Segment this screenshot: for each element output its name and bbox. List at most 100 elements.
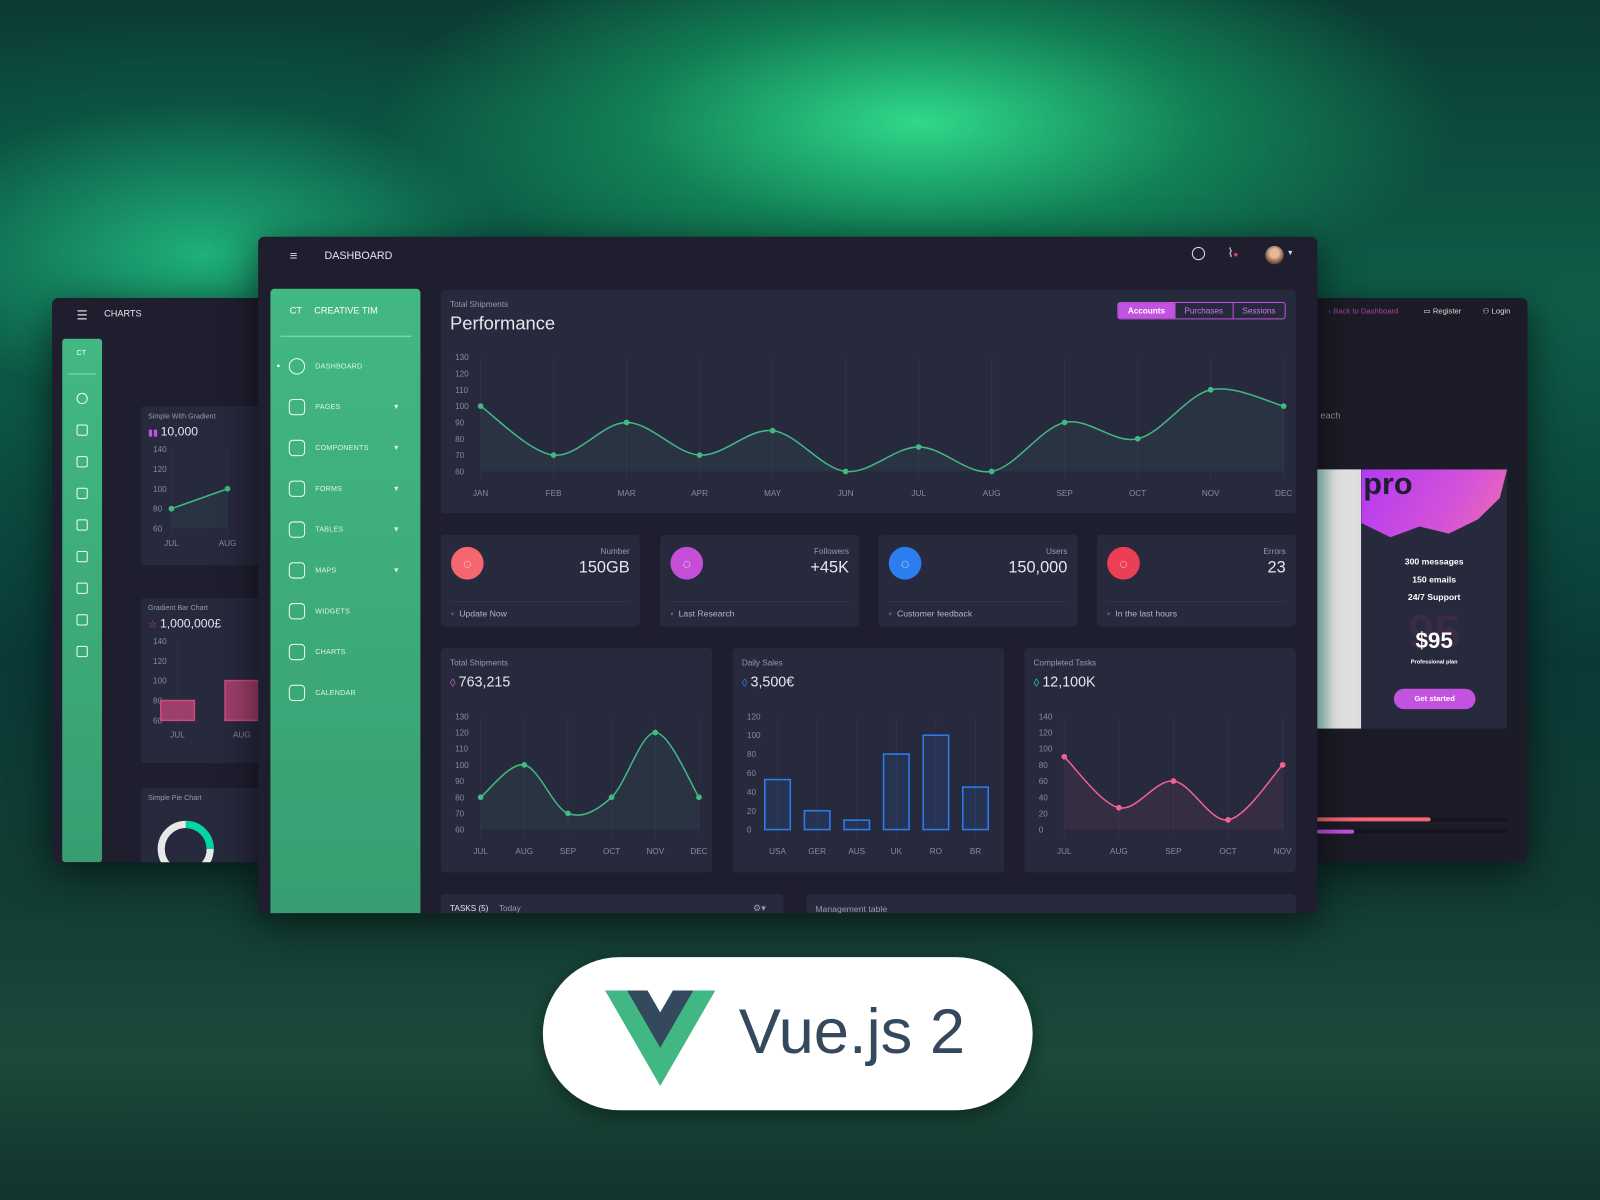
send-icon: ◊ [1033, 677, 1043, 690]
data-point[interactable] [1207, 386, 1214, 393]
atom-icon[interactable] [76, 456, 88, 468]
bar [764, 778, 792, 831]
y-tick-label: 0 [1039, 826, 1044, 835]
settings-dropdown-icon[interactable]: ⚙▾ [753, 903, 766, 913]
menu-toggle-icon[interactable]: ≡ [290, 248, 298, 263]
data-point[interactable] [696, 794, 702, 801]
bar [224, 679, 260, 722]
avatar-caret-icon[interactable]: ▼ [1287, 250, 1294, 257]
data-point[interactable] [1170, 778, 1177, 784]
x-tick-label: JUN [838, 489, 854, 498]
sidebar-item-components[interactable]: COMPONENTS ▼ [270, 438, 420, 458]
tab-accounts[interactable]: Accounts [1118, 303, 1175, 319]
data-point[interactable] [652, 729, 659, 736]
data-point[interactable] [477, 403, 484, 409]
sidebar-item-charts[interactable]: CHARTS [270, 642, 420, 662]
menu-icon[interactable]: ☰ [77, 308, 88, 322]
user-icon: ◌ [888, 546, 922, 580]
card-subtitle: Gradient Bar Chart [147, 605, 208, 613]
x-tick-label: UK [891, 847, 903, 856]
data-point[interactable] [769, 427, 776, 434]
sidebar-item-maps[interactable]: MAPS ▼ [270, 560, 420, 580]
data-point[interactable] [696, 452, 703, 458]
x-tick-label: DEC [1275, 489, 1292, 498]
y-tick-label: 100 [1039, 745, 1053, 754]
back-to-dashboard-link[interactable]: ‹ Back to Dashboard [1329, 306, 1399, 315]
data-point[interactable] [521, 762, 528, 768]
data-point[interactable] [608, 794, 615, 801]
data-point[interactable] [988, 468, 995, 475]
sidebar-item-widgets[interactable]: WIDGETS [270, 601, 420, 621]
data-point[interactable] [1061, 419, 1068, 426]
sidebar-item-forms[interactable]: FORMS ▼ [270, 479, 420, 499]
data-point[interactable] [1116, 804, 1122, 811]
sidebar-item-pages[interactable]: PAGES ▼ [270, 397, 420, 417]
data-point[interactable] [550, 452, 557, 458]
x-tick-label: JUL [473, 847, 488, 856]
data-point[interactable] [842, 468, 849, 475]
image-icon[interactable] [76, 424, 88, 436]
activity-icon[interactable]: ⌇● [1228, 246, 1239, 260]
x-tick-label: JUL [1057, 847, 1072, 856]
card-subtitle: Total Shipments [449, 658, 509, 668]
data-point[interactable] [1061, 753, 1068, 760]
x-tick-label: SEP [1165, 847, 1182, 856]
stat-value: 23 [1267, 559, 1286, 577]
sidebar-item-tables[interactable]: TABLES ▼ [270, 519, 420, 539]
x-tick-label: AUG [1110, 847, 1128, 856]
daily-sales-chart: 120 100 80 60 40 20 0 USA GER AUS UK RO BR [747, 712, 990, 856]
puzzle-icon[interactable] [76, 519, 88, 531]
pricing-window: ‹ Back to Dashboard ▭ Register ⚇ Login e… [1306, 297, 1528, 863]
value-text: 12,100K [1042, 673, 1096, 690]
alarm-clock-icon[interactable] [76, 645, 88, 658]
sidebar-item-dashboard[interactable]: ● DASHBOARD [270, 356, 420, 376]
avatar[interactable] [1265, 245, 1284, 265]
data-point[interactable] [1134, 435, 1141, 442]
data-point[interactable] [1280, 403, 1287, 409]
search-icon[interactable] [1191, 246, 1206, 261]
bar-chart-icon[interactable] [76, 614, 88, 626]
data-point[interactable] [565, 810, 571, 817]
bell-icon: ◊ [449, 677, 459, 690]
register-link[interactable]: ▭ Register [1423, 306, 1461, 315]
card-subtitle: Simple With Gradient [147, 413, 216, 421]
tab-purchases[interactable]: Purchases [1174, 303, 1232, 319]
x-tick-label: AUG [233, 731, 251, 740]
x-tick-label: NOV [1202, 489, 1220, 498]
bar [882, 753, 910, 831]
stat-label: Users [1046, 546, 1068, 557]
stat-label: Followers [814, 546, 849, 557]
sidebar-item-label: FORMS [315, 485, 343, 493]
pin-icon[interactable] [76, 551, 88, 563]
gradient-bar-chart: 1401201008060JUL AUG [153, 637, 260, 740]
data-point[interactable] [224, 485, 231, 492]
data-point[interactable] [1225, 817, 1231, 823]
value-text: 3,500€ [750, 673, 795, 690]
brand-name[interactable]: CREATIVE TIM [314, 305, 377, 315]
sidebar-item-calendar[interactable]: CALENDAR [270, 683, 420, 703]
y-tick-label: 100 [455, 402, 469, 411]
pie-card: Simple Pie Chart [140, 787, 272, 863]
login-link[interactable]: ⚇ Login [1483, 306, 1511, 315]
data-point[interactable] [477, 794, 484, 801]
data-point[interactable] [1279, 762, 1286, 768]
sidebar-item-label: TABLES [315, 526, 344, 534]
chart-card: Total Shipments ◊ 763,215 130 120 110 100 90… [440, 647, 713, 873]
get-started-button[interactable]: Get started [1393, 688, 1476, 710]
data-point[interactable] [168, 505, 175, 512]
caret-down-icon: ▼ [392, 485, 400, 493]
clipboard-icon[interactable] [76, 487, 88, 499]
feature: 150 emails [1412, 573, 1457, 585]
x-tick-label: JUL [911, 489, 926, 498]
y-tick-label: 60 [747, 769, 757, 778]
x-tick-label: MAY [764, 489, 782, 498]
tab-sessions[interactable]: Sessions [1232, 303, 1285, 319]
x-tick-label: AUG [515, 847, 533, 856]
chart-pie-icon[interactable] [76, 392, 88, 405]
chart-card: Daily Sales ◊ 3,500€ 120 100 80 60 40 20 0 USA G… [732, 647, 1005, 873]
data-point[interactable] [915, 444, 922, 450]
back-label: Back to Dashboard [1333, 306, 1399, 316]
tools-icon[interactable] [76, 582, 88, 594]
data-point[interactable] [623, 419, 630, 426]
performance-card: Total Shipments Performance Accounts Pur… [440, 289, 1296, 514]
